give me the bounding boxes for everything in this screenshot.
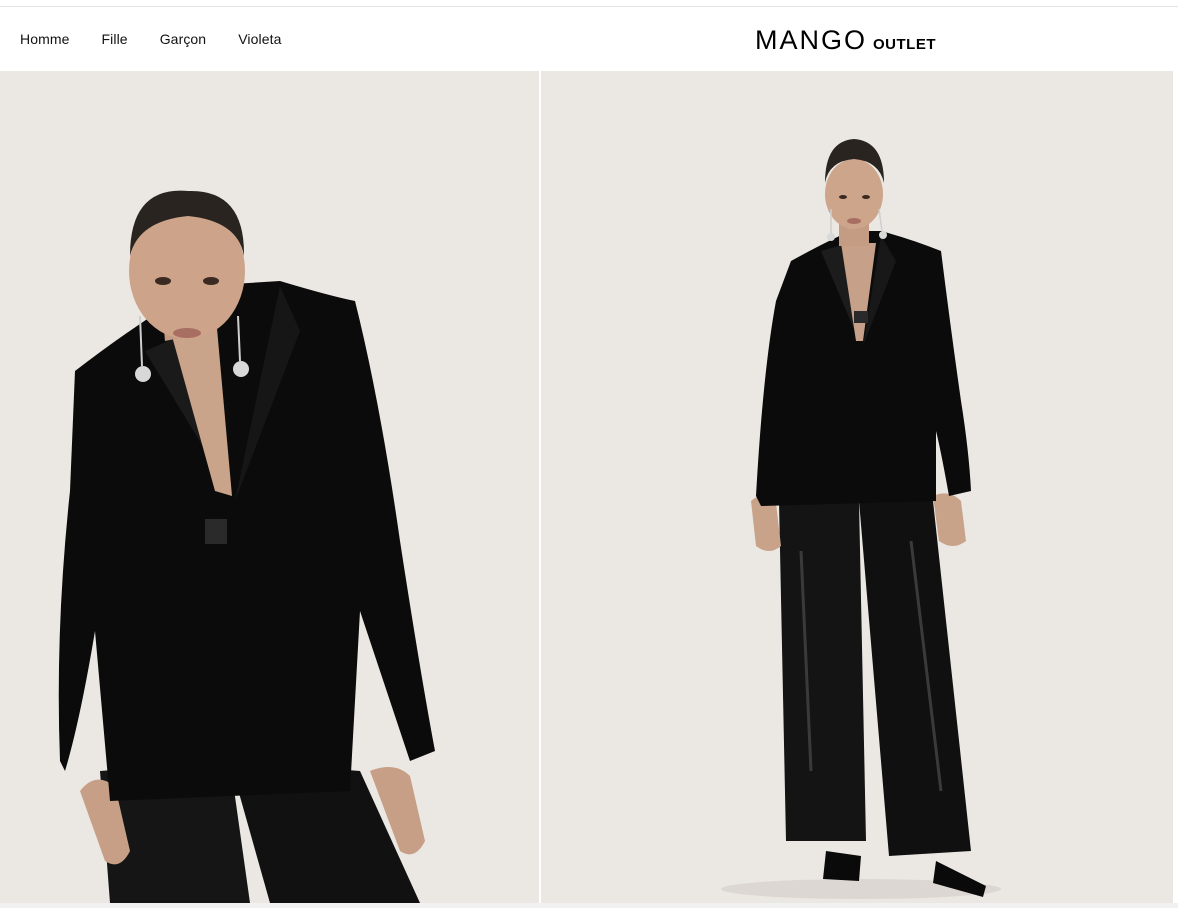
logo-wordmark: MANGO xyxy=(755,25,868,55)
nav-item-garcon[interactable]: Garçon xyxy=(160,31,207,47)
nav-item-fille[interactable]: Fille xyxy=(102,31,128,47)
model-full-length-illustration xyxy=(541,71,1173,903)
nav-item-homme[interactable]: Homme xyxy=(20,31,70,47)
nav-item-violeta[interactable]: Violeta xyxy=(238,31,281,47)
page-right-edge xyxy=(1173,71,1178,908)
product-image-closeup[interactable] xyxy=(0,71,539,903)
category-nav: Homme Fille Garçon Violeta xyxy=(20,7,313,71)
product-image-full-length[interactable] xyxy=(541,71,1173,903)
logo-outlet-label: OUTLET xyxy=(873,36,937,53)
page-bottom-strip xyxy=(0,903,1178,908)
site-header: Homme Fille Garçon Violeta MANGO OUTLET xyxy=(0,7,1178,71)
model-closeup-illustration xyxy=(0,71,539,903)
product-page: Homme Fille Garçon Violeta MANGO OUTLET xyxy=(0,0,1178,908)
brand-logo[interactable]: MANGO OUTLET xyxy=(755,25,936,56)
product-gallery xyxy=(0,71,1173,903)
